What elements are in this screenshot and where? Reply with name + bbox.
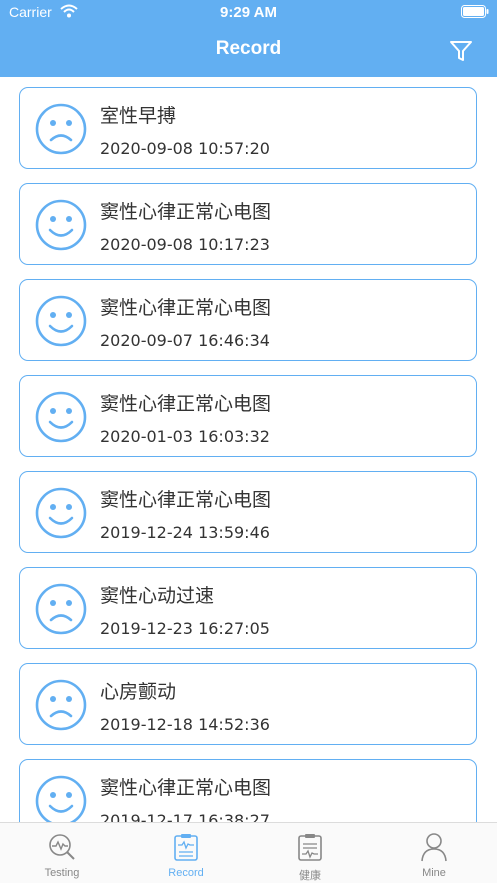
record-timestamp: 2020-09-08 10:17:23: [100, 235, 270, 254]
page-title: Record: [215, 38, 282, 59]
tab-bar: Testing Record 健康 Mine: [0, 822, 497, 883]
tab-record[interactable]: Record: [124, 823, 248, 883]
record-timestamp: 2020-09-07 16:46:34: [100, 331, 270, 350]
record-diagnosis: 窦性心律正常心电图: [100, 489, 272, 511]
record-card[interactable]: 心房颤动 2019-12-18 14:52:36: [19, 663, 477, 745]
happy-face-icon: [35, 295, 87, 347]
record-list[interactable]: 室性早搏 2020-09-08 10:57:20 窦性心律正常心电图 2020-09-…: [0, 77, 497, 822]
record-icon: [174, 834, 198, 861]
record-timestamp: 2019-12-17 16:38:27: [100, 811, 270, 822]
record-card[interactable]: 窦性心动过速 2019-12-23 16:27:05: [19, 567, 477, 649]
sad-face-icon: [35, 679, 87, 731]
record-diagnosis: 窦性心动过速: [100, 585, 215, 607]
record-diagnosis: 窦性心律正常心电图: [100, 777, 272, 799]
status-time: 9:29 AM: [220, 4, 277, 21]
top-header: Carrier 9:29 AM Record: [0, 0, 497, 77]
record-card[interactable]: 窦性心律正常心电图 2020-09-07 16:46:34: [19, 279, 477, 361]
record-card[interactable]: 窦性心律正常心电图 2019-12-17 16:38:27: [19, 759, 477, 822]
record-timestamp: 2020-01-03 16:03:32: [100, 427, 270, 446]
record-timestamp: 2020-09-08 10:57:20: [100, 139, 270, 158]
tab-health[interactable]: 健康: [248, 823, 372, 883]
status-bar: Carrier 9:29 AM: [0, 0, 497, 26]
tab-testing[interactable]: Testing: [0, 823, 124, 883]
filter-icon[interactable]: [449, 39, 473, 63]
testing-icon: [49, 834, 75, 860]
record-card[interactable]: 窦性心律正常心电图 2020-01-03 16:03:32: [19, 375, 477, 457]
record-timestamp: 2019-12-18 14:52:36: [100, 715, 270, 734]
tab-label: Record: [168, 867, 204, 879]
record-diagnosis: 窦性心律正常心电图: [100, 201, 272, 223]
happy-face-icon: [35, 487, 87, 539]
record-diagnosis: 窦性心律正常心电图: [100, 297, 272, 319]
mine-icon: [421, 833, 447, 862]
record-timestamp: 2019-12-24 13:59:46: [100, 523, 270, 542]
sad-face-icon: [35, 583, 87, 635]
battery-icon: [461, 5, 489, 18]
record-card[interactable]: 室性早搏 2020-09-08 10:57:20: [19, 87, 477, 169]
tab-label: Testing: [44, 867, 80, 879]
record-card[interactable]: 窦性心律正常心电图 2020-09-08 10:17:23: [19, 183, 477, 265]
tab-label: Mine: [422, 867, 446, 879]
tab-mine[interactable]: Mine: [372, 823, 496, 883]
happy-face-icon: [35, 391, 87, 443]
record-diagnosis: 心房颤动: [100, 681, 177, 703]
sad-face-icon: [35, 103, 87, 155]
health-icon: [298, 834, 322, 861]
record-timestamp: 2019-12-23 16:27:05: [100, 619, 270, 638]
record-card[interactable]: 窦性心律正常心电图 2019-12-24 13:59:46: [19, 471, 477, 553]
record-diagnosis: 室性早搏: [100, 105, 177, 127]
happy-face-icon: [35, 199, 87, 251]
happy-face-icon: [35, 775, 87, 822]
record-diagnosis: 窦性心律正常心电图: [100, 393, 272, 415]
tab-label: 健康: [299, 870, 321, 882]
